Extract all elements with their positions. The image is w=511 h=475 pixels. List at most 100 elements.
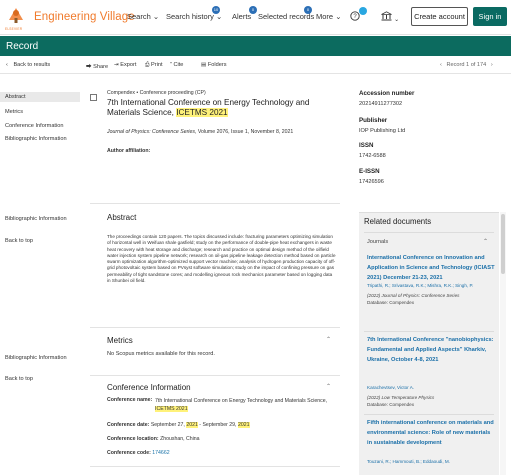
back-to-results-link[interactable]: ‹ Back to results	[6, 62, 50, 68]
conference-location-value: Zhoushan, China	[160, 436, 200, 442]
conference-date-end: - September 29,	[197, 422, 238, 428]
export-button[interactable]: ⇥ Export	[114, 62, 136, 68]
chevron-up-icon[interactable]: ⌃	[483, 238, 488, 245]
brand-title[interactable]: Engineering Village	[34, 11, 135, 23]
nav-search[interactable]: Search ⌄	[127, 12, 159, 21]
selected-records-count-badge: 0	[304, 6, 312, 14]
record-breadcrumb: Compendex • Conference proceeding (CP)	[107, 90, 206, 96]
abstract-heading: Abstract	[107, 213, 137, 222]
conference-date-year-1: 2021	[186, 422, 198, 428]
record-title: 7th International Conference on Energy T…	[107, 98, 337, 118]
record-toolbar	[0, 57, 511, 74]
page-title: Record	[6, 41, 39, 52]
conference-date: Conference date: September 27, 2021 - Se…	[107, 422, 250, 428]
back-to-top-link[interactable]: Back to top	[5, 238, 33, 244]
search-history-count-badge: 10	[212, 6, 220, 14]
previous-record-icon[interactable]: ‹	[440, 62, 442, 68]
chevron-down-icon: ⌄	[335, 12, 342, 21]
related-item-title[interactable]: Fifth international conference on materi…	[367, 418, 495, 448]
conference-code-label: Conference code:	[107, 450, 151, 456]
related-divider	[364, 232, 494, 233]
related-item-authors[interactable]: Karachevtsev, Victor A.	[367, 385, 495, 392]
institution-icon	[381, 11, 392, 21]
conference-location: Conference location: Zhoushan, China	[107, 436, 200, 442]
nav-search-label: Search	[127, 12, 151, 21]
nav-search-history[interactable]: Search history ⌄ 10	[166, 6, 222, 21]
section-divider	[90, 203, 340, 204]
select-record-checkbox[interactable]	[90, 94, 97, 101]
svg-text:?: ?	[353, 14, 357, 20]
related-documents-heading: Related documents	[364, 217, 432, 226]
left-nav-bibliographic-information[interactable]: Bibliographic Information	[5, 136, 67, 142]
left-nav-bibliographic-information-3[interactable]: Bibliographic Information	[5, 355, 67, 361]
conference-information-heading: Conference Information	[107, 383, 191, 392]
export-label: Export	[120, 62, 137, 68]
help-notification-dot	[359, 7, 367, 15]
record-pager: ‹ Record 1 of 174 ›	[440, 62, 493, 68]
print-label: Print	[151, 62, 163, 68]
conference-date-year-2: 2021	[237, 422, 250, 428]
share-label: Share	[93, 64, 109, 70]
conference-name-value: 7th International Conference on Energy T…	[155, 397, 335, 413]
back-to-top-link[interactable]: Back to top	[5, 376, 33, 382]
journals-toggle-label[interactable]: Journals	[367, 239, 388, 245]
related-item-source: (2022) Low Temperature Physics	[367, 394, 435, 400]
nav-search-history-label: Search history	[166, 12, 214, 21]
related-scrollbar-thumb[interactable]	[501, 214, 505, 274]
chevron-up-icon[interactable]: ⌃	[326, 336, 331, 343]
related-item-meta: Tripathi, R.; Srivastava, R.K.; Mishra, …	[367, 283, 495, 306]
export-icon: ⇥	[114, 62, 119, 68]
chevron-up-icon[interactable]: ⌃	[326, 383, 331, 390]
related-item-title[interactable]: 7th International Conference "nanobiophy…	[367, 335, 495, 365]
folders-button[interactable]: ▤ Folders	[201, 62, 227, 68]
issn-link[interactable]: 1742-6588	[359, 153, 386, 159]
section-divider	[90, 327, 340, 328]
journal-name[interactable]: Journal of Physics: Conference Series,	[107, 129, 196, 135]
conference-date-label: Conference date:	[107, 422, 150, 428]
related-item-authors[interactable]: Touzani, R.; Hammouti, B.; Eddaoudi, M.	[367, 459, 495, 466]
conference-name-highlight: ICETMS 2021	[155, 406, 188, 412]
related-item-authors[interactable]: Tripathi, R.; Srivastava, R.K.; Mishra, …	[367, 283, 495, 290]
nav-selected-records[interactable]: Selected records 0	[258, 6, 314, 21]
related-item-source: (2022) Journal of Physics: Conference Se…	[367, 292, 460, 298]
elsevier-logo-icon[interactable]	[5, 6, 27, 26]
record-position: Record 1 of 174	[446, 62, 487, 68]
accession-number-label: Accession number	[359, 90, 415, 97]
institution-button[interactable]: ⌄	[381, 11, 399, 23]
create-account-button[interactable]: Create account	[411, 7, 468, 26]
print-button[interactable]: ⎙ Print	[145, 62, 163, 69]
record-title-line2: Science,	[142, 108, 177, 117]
nav-more-label: More	[316, 12, 334, 21]
elsevier-wordmark: ELSEVIER	[5, 27, 23, 31]
left-nav-metrics[interactable]: Metrics	[5, 109, 23, 115]
share-button[interactable]: ⮕ Share	[86, 62, 108, 70]
next-record-icon[interactable]: ›	[491, 62, 493, 68]
cite-icon: ”	[170, 62, 172, 68]
eissn-link[interactable]: 17426596	[359, 179, 384, 185]
cite-button[interactable]: ” Cite	[170, 62, 183, 68]
related-divider	[364, 331, 494, 332]
related-item-meta: Touzani, R.; Hammouti, B.; Eddaoudi, M.	[367, 459, 495, 466]
metrics-text: No Scopus metrics available for this rec…	[107, 351, 215, 357]
nav-alerts-label: Alerts	[232, 12, 252, 21]
left-nav-abstract[interactable]: Abstract	[5, 94, 26, 100]
related-item-title[interactable]: International Conference on Innovation a…	[367, 253, 495, 283]
accession-number-value: 20214911277302	[359, 101, 403, 107]
related-item-database: Database: Compendex	[367, 299, 414, 305]
nav-alerts[interactable]: Alerts 0	[232, 6, 257, 21]
nav-more[interactable]: More ⌄	[316, 12, 341, 21]
eissn-label: E-ISSN	[359, 168, 380, 175]
print-icon: ⎙	[145, 62, 150, 68]
sign-in-button[interactable]: Sign in	[473, 7, 507, 26]
related-divider	[364, 414, 494, 415]
left-nav-conference-information[interactable]: Conference Information	[5, 123, 63, 129]
left-nav-bibliographic-information-2[interactable]: Bibliographic Information	[5, 216, 67, 222]
section-divider	[90, 466, 340, 467]
author-affiliation-label: Author affiliation:	[107, 148, 151, 154]
abstract-text: The proceedings contain 120 papers. The …	[107, 234, 336, 284]
conference-code-link[interactable]: 174662	[152, 450, 169, 456]
folder-icon: ▤	[201, 62, 207, 68]
alerts-count-badge: 0	[249, 6, 257, 14]
related-item-meta: Karachevtsev, Victor A. (2022) Low Tempe…	[367, 385, 495, 408]
help-button[interactable]: ?	[350, 7, 367, 23]
